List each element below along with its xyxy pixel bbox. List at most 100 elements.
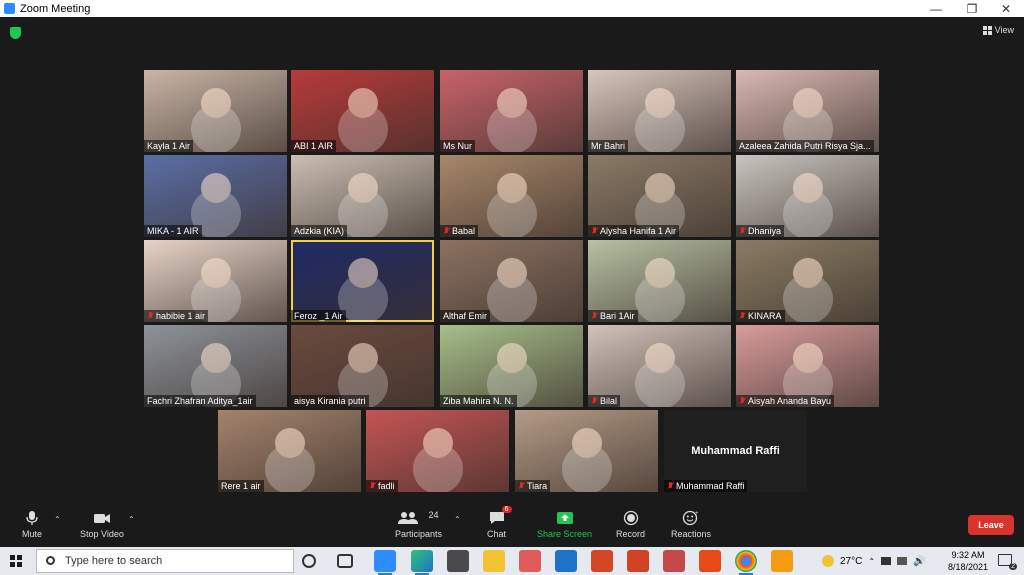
- muted-mic-icon: [147, 312, 154, 320]
- muted-mic-icon: [667, 482, 674, 490]
- minimize-button[interactable]: —: [918, 0, 954, 17]
- participant-video-avatar: [200, 343, 231, 373]
- participant-name-label: Aisyah Ananda Bayu: [736, 395, 835, 407]
- participant-tile[interactable]: Azaleea Zahida Putri Risya Sja...: [736, 70, 879, 152]
- participant-name: Althaf Emir: [443, 311, 488, 321]
- participant-tile[interactable]: Bari 1Air: [588, 240, 731, 322]
- edge-icon[interactable]: [411, 550, 433, 575]
- participant-tile[interactable]: Kayla 1 Air: [144, 70, 287, 152]
- participant-name-label: Althaf Emir: [440, 310, 491, 322]
- participant-video-avatar: [644, 88, 675, 118]
- participant-video-avatar: [496, 88, 527, 118]
- encryption-shield-icon[interactable]: [10, 27, 21, 39]
- participant-tile[interactable]: Alysha Hanifa 1 Air: [588, 155, 731, 237]
- view-button[interactable]: View: [982, 25, 1014, 35]
- participant-tile[interactable]: Muhammad Raffi Muhammad Raffi: [664, 410, 807, 492]
- participant-tile[interactable]: Rere 1 air: [218, 410, 361, 492]
- participant-tile[interactable]: aisya Kirania putri: [291, 325, 434, 407]
- office-icon[interactable]: [699, 550, 721, 572]
- taskbar-search-input[interactable]: Type here to search: [36, 549, 294, 573]
- share-screen-icon: [556, 510, 574, 526]
- participant-name: Alysha Hanifa 1 Air: [600, 226, 677, 236]
- audio-options-caret[interactable]: ⌃: [54, 515, 61, 524]
- participant-name: MIKA - 1 AIR: [147, 226, 199, 236]
- participant-tile[interactable]: Mr Bahri: [588, 70, 731, 152]
- chat-icon: 6: [488, 506, 512, 526]
- chat-badge: 6: [501, 506, 512, 513]
- mute-button[interactable]: Mute: [22, 510, 42, 539]
- participant-name-label: Kayla 1 Air: [144, 140, 194, 152]
- powerpoint-icon[interactable]: [627, 550, 649, 572]
- muted-mic-icon: [739, 227, 746, 235]
- participant-name-label: Rere 1 air: [218, 480, 264, 492]
- participant-name-label: Fachri Zhafran Aditya_1air: [144, 395, 256, 407]
- participant-tile[interactable]: KINARA: [736, 240, 879, 322]
- participant-name: Muhammad Raffi: [676, 481, 745, 491]
- participant-name: fadli: [378, 481, 395, 491]
- app-icon-red[interactable]: [591, 550, 613, 572]
- system-clock[interactable]: 9:32 AM 8/18/2021: [948, 549, 988, 573]
- window-title: Zoom Meeting: [20, 2, 91, 15]
- reactions-label: Reactions: [671, 529, 712, 539]
- record-label: Record: [616, 529, 646, 539]
- participant-tile[interactable]: Dhaniya: [736, 155, 879, 237]
- participant-tile[interactable]: ABI 1 AIR: [291, 70, 434, 152]
- participants-button[interactable]: 24 Participants: [395, 510, 442, 539]
- keyboard-icon[interactable]: [897, 557, 908, 565]
- leave-button[interactable]: Leave: [968, 515, 1014, 535]
- smiley-icon: +: [682, 510, 700, 526]
- mail-icon[interactable]: [555, 550, 577, 572]
- volume-icon[interactable]: 🔊: [913, 556, 925, 567]
- maximize-button[interactable]: ❐: [954, 0, 990, 17]
- participant-video-avatar: [792, 343, 823, 373]
- acrobat-icon[interactable]: [663, 550, 685, 572]
- participant-name-label: Feroz _1 Air: [291, 310, 346, 322]
- participant-tile[interactable]: Althaf Emir: [440, 240, 583, 322]
- participant-name-label: Alysha Hanifa 1 Air: [588, 225, 680, 237]
- tray-chevron-icon[interactable]: ⌃: [868, 557, 875, 566]
- participant-name: Mr Bahri: [591, 141, 626, 151]
- participant-tile[interactable]: Ms Nur: [440, 70, 583, 152]
- file-explorer-icon[interactable]: [483, 550, 505, 572]
- notification-icon[interactable]: 2: [998, 554, 1017, 570]
- participant-tile[interactable]: Bilal: [588, 325, 731, 407]
- chat-button[interactable]: 6 Chat: [487, 506, 512, 539]
- participants-options-caret[interactable]: ⌃: [454, 515, 461, 524]
- participant-name-label: Azaleea Zahida Putri Risya Sja...: [736, 140, 874, 152]
- record-button[interactable]: Record: [616, 510, 645, 539]
- participant-tile[interactable]: Feroz _1 Air: [291, 240, 434, 322]
- zoom-taskbar-icon[interactable]: [374, 550, 396, 575]
- meeting-area: View Kayla 1 Air ABI 1 AIR Ms Nur Mr Bahri A…: [0, 17, 1024, 507]
- close-button[interactable]: ✕: [988, 0, 1024, 17]
- chrome-icon[interactable]: [735, 550, 757, 575]
- video-options-caret[interactable]: ⌃: [128, 515, 135, 524]
- share-screen-button[interactable]: Share Screen: [537, 510, 592, 539]
- weather-icon[interactable]: [822, 555, 834, 567]
- participants-label: Participants: [395, 529, 443, 539]
- app-icon-orange[interactable]: [771, 550, 793, 572]
- participant-tile[interactable]: Babal: [440, 155, 583, 237]
- participant-tile[interactable]: Ziba Mahira N. N.: [440, 325, 583, 407]
- gift-app-icon[interactable]: [519, 550, 541, 572]
- participant-tile[interactable]: MIKA - 1 AIR: [144, 155, 287, 237]
- participant-tile[interactable]: Tiara: [515, 410, 658, 492]
- participant-tile[interactable]: Aisyah Ananda Bayu: [736, 325, 879, 407]
- store-icon[interactable]: [447, 550, 469, 572]
- participant-tile[interactable]: Adzkia (KIA): [291, 155, 434, 237]
- participant-video-avatar: [200, 173, 231, 203]
- windows-start-icon[interactable]: [10, 555, 22, 567]
- participant-video-avatar: [571, 428, 602, 458]
- task-view-icon[interactable]: [337, 554, 353, 568]
- reactions-button[interactable]: + Reactions: [671, 510, 711, 539]
- temperature[interactable]: 27°C: [840, 556, 862, 567]
- grid-view-icon: [982, 25, 992, 35]
- participant-name-label: Adzkia (KIA): [291, 225, 348, 237]
- participant-tile[interactable]: habibie 1 air: [144, 240, 287, 322]
- participant-tile[interactable]: fadli: [366, 410, 509, 492]
- participant-video-avatar: [792, 88, 823, 118]
- cortana-icon[interactable]: [302, 554, 316, 568]
- participant-tile[interactable]: Fachri Zhafran Aditya_1air: [144, 325, 287, 407]
- participant-video-avatar: [496, 343, 527, 373]
- battery-icon[interactable]: [881, 557, 892, 565]
- stop-video-button[interactable]: Stop Video: [80, 510, 124, 539]
